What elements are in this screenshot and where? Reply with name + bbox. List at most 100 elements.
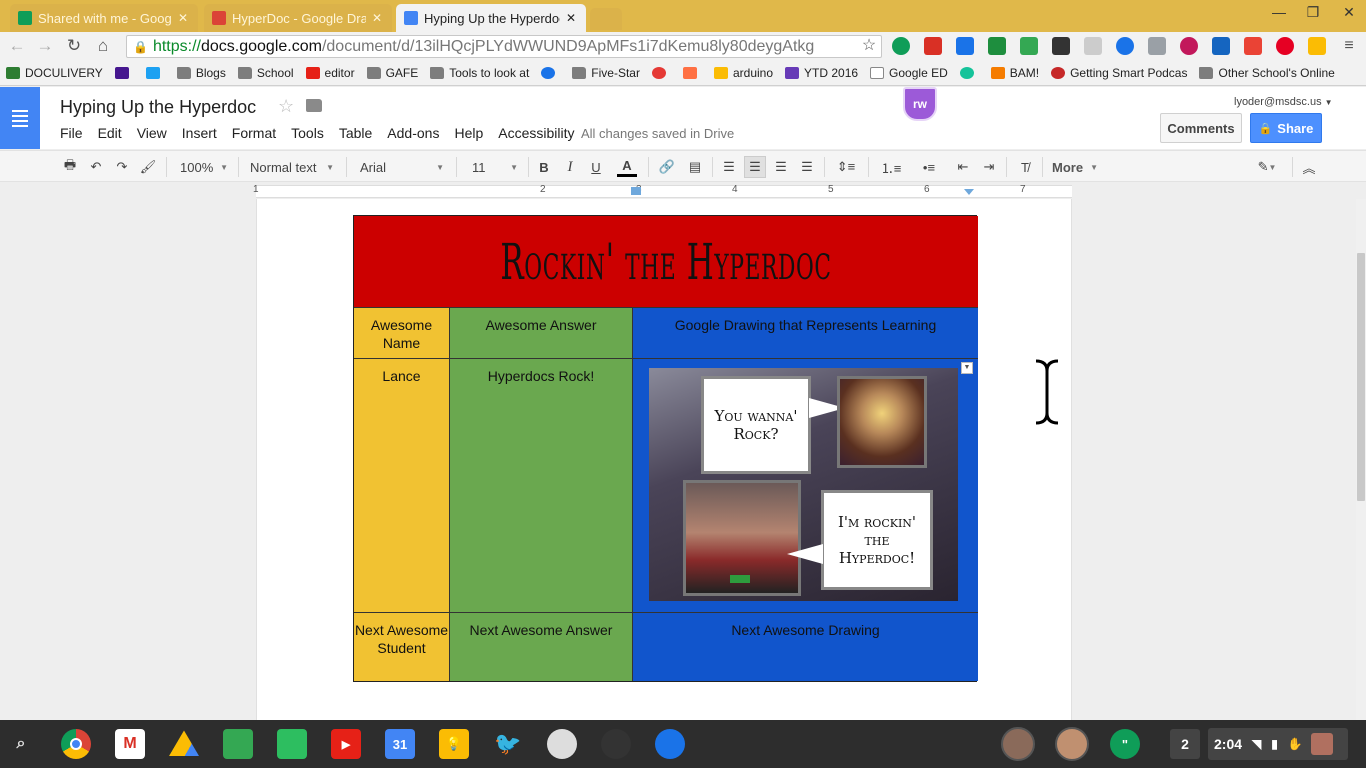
collapse-menus-icon[interactable]: ︽	[1298, 156, 1320, 178]
paint-format-icon[interactable]: 🖌	[138, 156, 158, 178]
print-extension-icon[interactable]	[1020, 37, 1038, 55]
docs-home-icon[interactable]	[0, 87, 40, 149]
menu-view[interactable]: View	[137, 125, 167, 141]
y-extension-icon[interactable]	[1116, 37, 1134, 55]
bookmark-kahoot[interactable]	[114, 66, 134, 79]
forward-arrow-icon[interactable]: →	[34, 35, 56, 57]
underline-button[interactable]: U	[586, 156, 606, 178]
row2-name-cell[interactable]: Next Awesome Student	[354, 613, 450, 681]
numbered-list-icon[interactable]: ⒈≡	[874, 156, 908, 178]
account-email[interactable]: lyoder@msdsc.us ▼	[1234, 96, 1333, 108]
font-select[interactable]: Arial ▼	[356, 156, 448, 178]
print-icon[interactable]: 🖶	[60, 156, 80, 178]
bookmark-grammarly[interactable]	[959, 66, 979, 79]
header-name-cell[interactable]: Awesome Name	[354, 308, 450, 359]
d-extension-icon[interactable]	[956, 37, 974, 55]
row1-answer-cell[interactable]: Hyperdocs Rock!	[450, 359, 633, 613]
text-color-button[interactable]: A	[610, 156, 644, 178]
avatar[interactable]	[1055, 727, 1089, 761]
tab-hyping-up-the-hyperdoc[interactable]: Hyping Up the Hyperdoc - ✕	[396, 4, 586, 32]
tab-close-icon[interactable]: ✕	[564, 11, 578, 25]
classroom-icon[interactable]	[223, 729, 253, 759]
zoom-select[interactable]: 100% ▼	[176, 156, 232, 178]
insert-comment-icon[interactable]: ▤	[684, 156, 706, 178]
menu-format[interactable]: Format	[232, 125, 276, 141]
bookmark-bam[interactable]: BAM!	[990, 66, 1039, 80]
justify-icon[interactable]: ☰	[796, 156, 818, 178]
line-spacing-icon[interactable]: ⇕≡	[830, 156, 862, 178]
bookmark-other-schools-online[interactable]: Other School's Online	[1199, 66, 1335, 80]
align-right-icon[interactable]: ☰	[770, 156, 792, 178]
bookmark-star-icon[interactable]: ☆	[858, 35, 880, 57]
bulleted-list-icon[interactable]: •≡	[912, 156, 946, 178]
insert-link-icon[interactable]: 🔗	[656, 156, 678, 178]
read-write-extension-button[interactable]: rw	[903, 87, 937, 121]
decrease-indent-icon[interactable]: ⇤	[952, 156, 974, 178]
drive-icon[interactable]	[169, 730, 199, 756]
menu-help[interactable]: Help	[454, 125, 483, 141]
drive-extension-icon[interactable]	[1308, 37, 1326, 55]
menu-table[interactable]: Table	[339, 125, 372, 141]
align-left-icon[interactable]: ☰	[718, 156, 740, 178]
cast-extension-icon[interactable]	[1148, 37, 1166, 55]
bookmark-blogs[interactable]: Blogs	[176, 66, 226, 80]
bookmark-editor[interactable]: editor	[305, 66, 355, 80]
move-to-folder-icon[interactable]	[306, 99, 322, 112]
bold-button[interactable]: B	[534, 156, 554, 178]
increase-indent-icon[interactable]: ⇥	[978, 156, 1000, 178]
classroom-extension-icon[interactable]	[988, 37, 1006, 55]
system-tray[interactable]: 2 2:04 ◥ ▮ ✋	[1170, 728, 1348, 760]
gmail-icon[interactable]: M	[115, 729, 145, 759]
home-icon[interactable]: ⌂	[92, 35, 114, 57]
paragraph-style-select[interactable]: Normal text ▼	[246, 156, 338, 178]
undo-icon[interactable]: ↶	[86, 156, 106, 178]
scrollbar-thumb[interactable]	[1357, 253, 1365, 501]
google-plus-extension-icon[interactable]	[1084, 37, 1102, 55]
italic-button[interactable]: I	[560, 156, 580, 178]
bookmark-ytd-2016[interactable]: YTD 2016	[785, 66, 858, 80]
banner-cell[interactable]: Rockin' the Hyperdoc	[354, 216, 978, 308]
row2-answer-cell[interactable]: Next Awesome Answer	[450, 613, 633, 681]
evernote-icon[interactable]	[277, 729, 307, 759]
tab-hyperdoc-drawing[interactable]: HyperDoc - Google Drawi ✕	[204, 4, 392, 32]
gmail-checker-extension-icon[interactable]	[924, 37, 942, 55]
restore-icon[interactable]: ❐	[1298, 4, 1328, 21]
right-indent-marker-icon[interactable]	[964, 189, 974, 195]
chrome-menu-icon[interactable]: ≡	[1338, 35, 1360, 57]
comments-button[interactable]: Comments	[1160, 113, 1242, 143]
row1-name-cell[interactable]: Lance	[354, 359, 450, 613]
embedded-google-drawing[interactable]: You wanna' Rock? I'm rockin' the Hyperdo…	[649, 368, 958, 601]
bookmark-app-1[interactable]	[651, 66, 671, 79]
clear-formatting-icon[interactable]: T̸	[1014, 156, 1036, 178]
bookmark-clock[interactable]	[541, 66, 560, 79]
pinterest-extension-icon[interactable]	[1276, 37, 1294, 55]
font-size-select[interactable]: 11 ▼	[468, 156, 522, 178]
keep-icon[interactable]: 💡	[439, 729, 469, 759]
system-clock[interactable]: 2:04 ◥ ▮ ✋	[1208, 728, 1348, 760]
reload-icon[interactable]: ↻	[63, 35, 85, 57]
new-tab-button[interactable]	[590, 8, 622, 30]
share-button[interactable]: 🔒 Share	[1250, 113, 1322, 143]
twitter-icon[interactable]: 🐦	[493, 729, 523, 759]
close-window-icon[interactable]: ✕	[1334, 4, 1364, 21]
bookmark-getting-smart-podcast[interactable]: Getting Smart Podcas	[1051, 66, 1187, 80]
align-center-icon[interactable]: ☰	[744, 156, 766, 178]
bookmark-arduino[interactable]: arduino	[713, 66, 773, 80]
app-icon[interactable]	[601, 729, 631, 759]
tab-close-icon[interactable]: ✕	[176, 11, 190, 25]
minimize-icon[interactable]: —	[1264, 4, 1294, 20]
menu-edit[interactable]: Edit	[98, 125, 122, 141]
bookmark-tools-to-look-at[interactable]: Tools to look at	[430, 66, 529, 80]
bookmark-google-ed[interactable]: Google ED	[870, 66, 948, 80]
avatar[interactable]	[1001, 727, 1035, 761]
header-drawing-cell[interactable]: Google Drawing that Represents Learning	[633, 308, 978, 359]
chrome-icon[interactable]	[61, 729, 91, 759]
launcher-search-icon[interactable]: ⌕	[6, 729, 36, 759]
bookmark-doculivery[interactable]: DOCULIVERY	[6, 66, 103, 80]
editing-mode-pencil-icon[interactable]: ✎ ▼	[1250, 156, 1284, 178]
menu-file[interactable]: File	[60, 125, 83, 141]
header-answer-cell[interactable]: Awesome Answer	[450, 308, 633, 359]
s-extension-icon[interactable]	[1212, 37, 1230, 55]
tab-close-icon[interactable]: ✕	[370, 11, 384, 25]
film-extension-icon[interactable]	[1052, 37, 1070, 55]
